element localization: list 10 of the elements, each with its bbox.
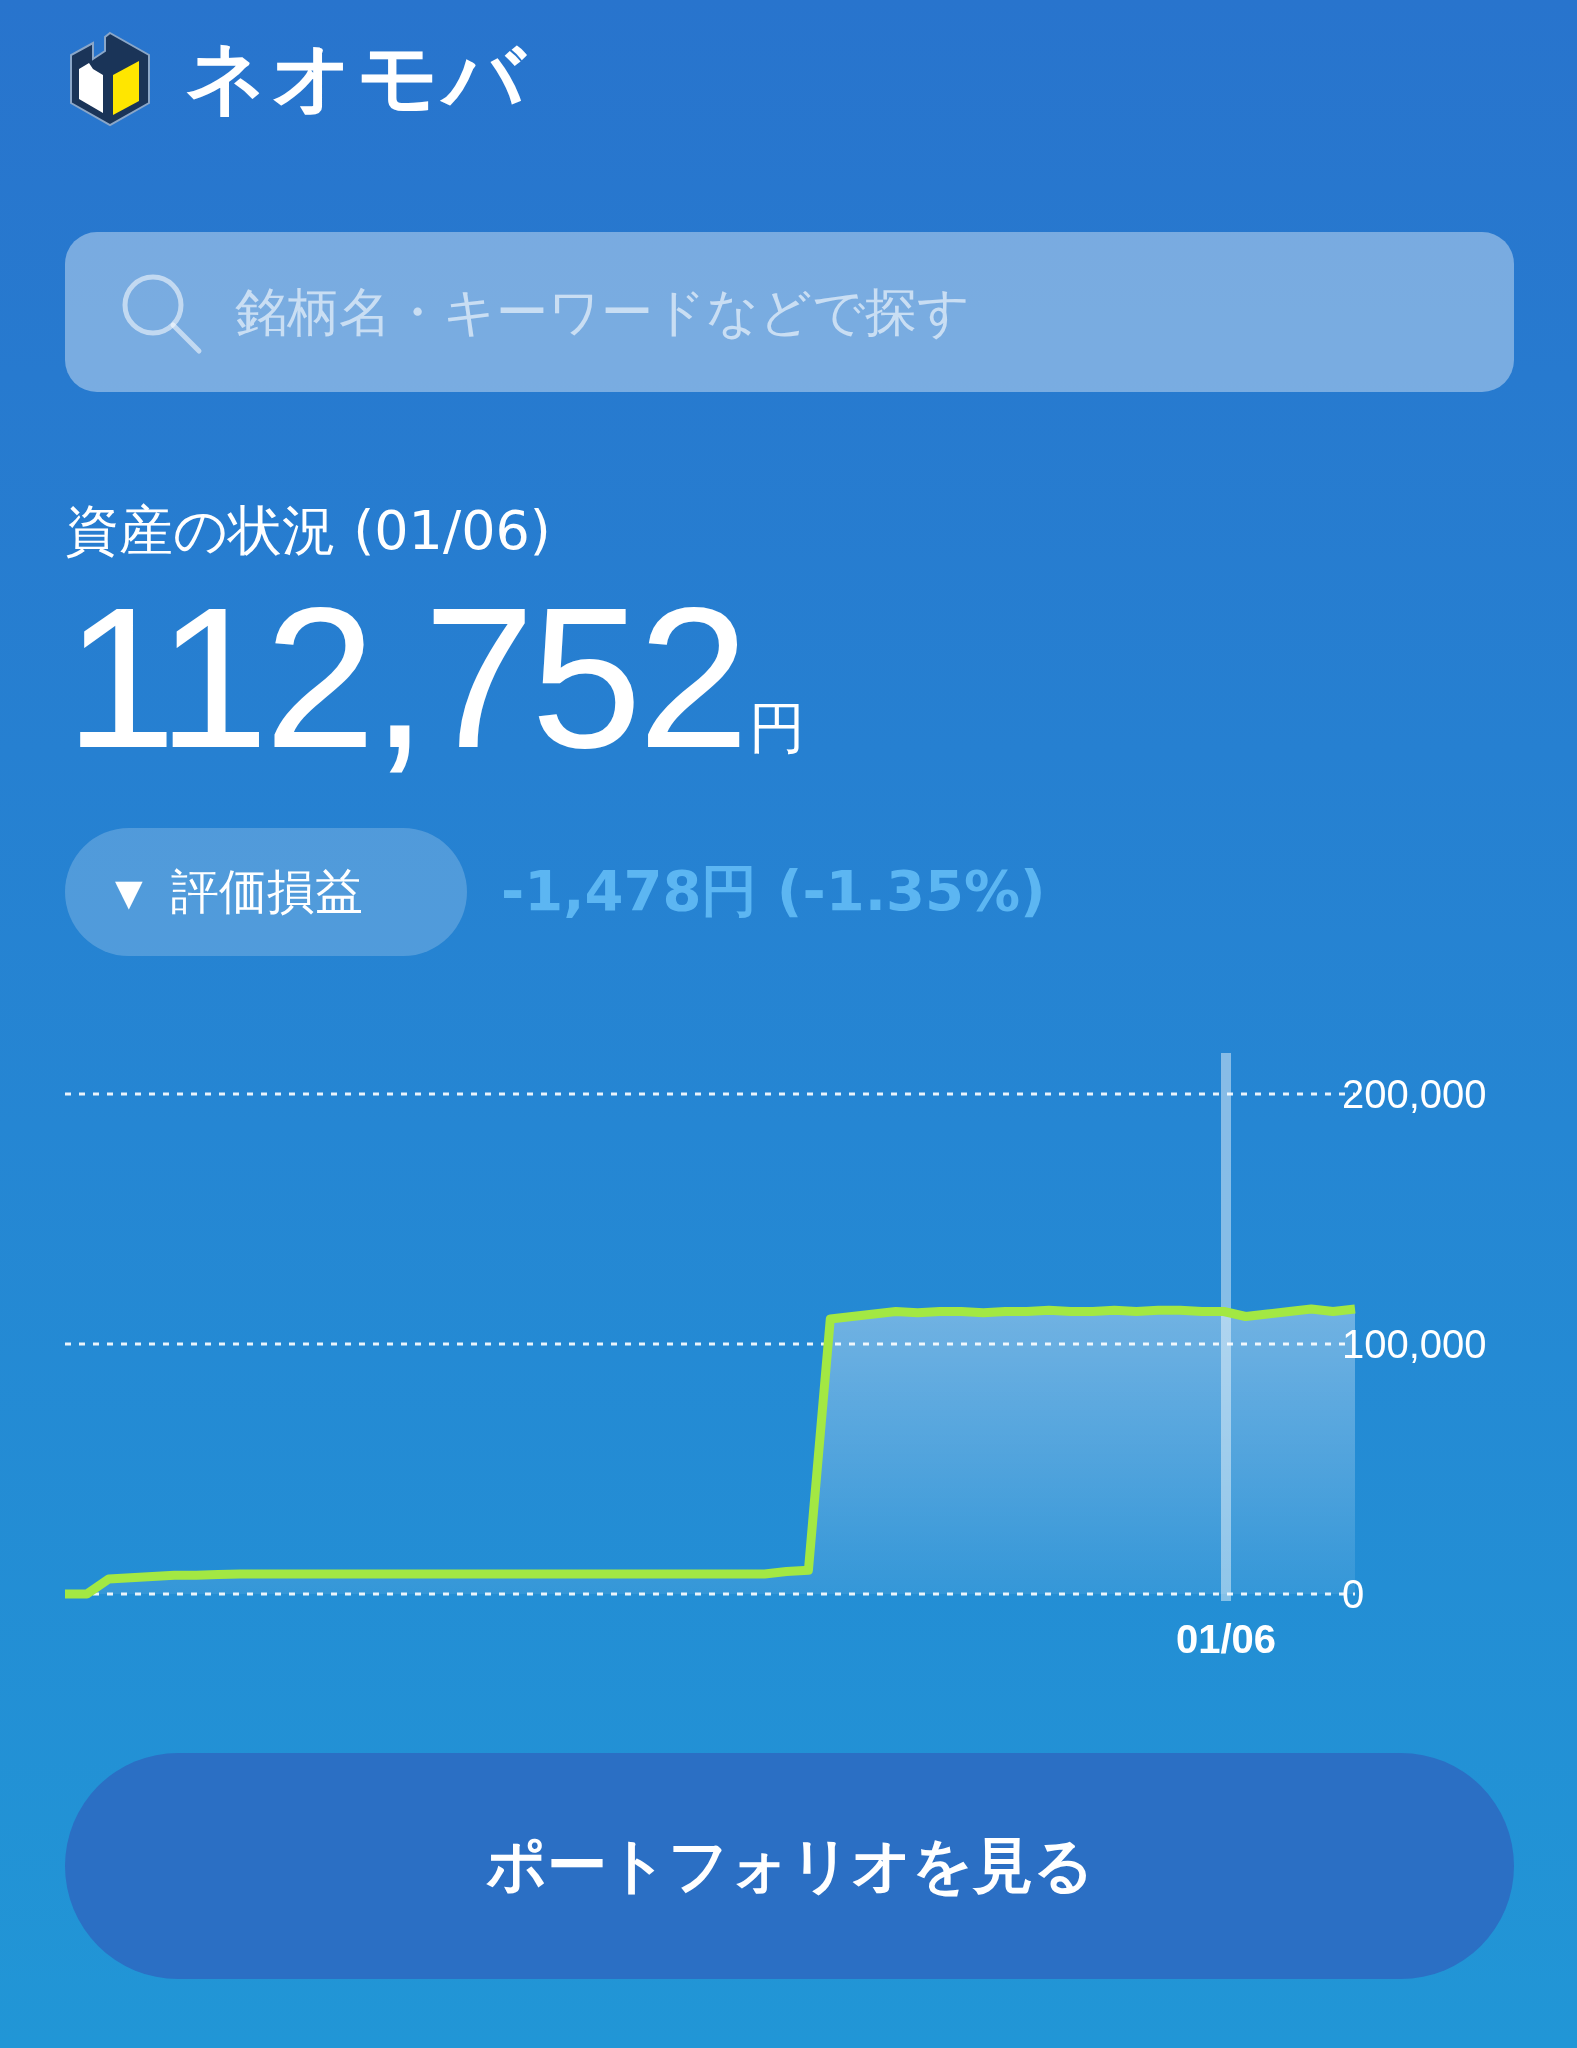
portfolio-button[interactable]: ポートフォリオを見る: [65, 1753, 1514, 1979]
currency-unit: 円: [749, 694, 806, 762]
logo-text: ネオモバ: [185, 30, 529, 126]
section-title: 資産の状況 (01/06): [65, 498, 552, 564]
date-label: 01/06: [1175, 1617, 1277, 1661]
y-axis-label: 0: [1342, 1572, 1365, 1616]
y-axis-label: 100,000: [1342, 1322, 1487, 1366]
profit-loss-toggle[interactable]: ▼ 評価損益: [65, 828, 467, 956]
y-axis-label: 200,000: [1342, 1072, 1487, 1116]
asset-amount: 112,752: [65, 578, 746, 778]
